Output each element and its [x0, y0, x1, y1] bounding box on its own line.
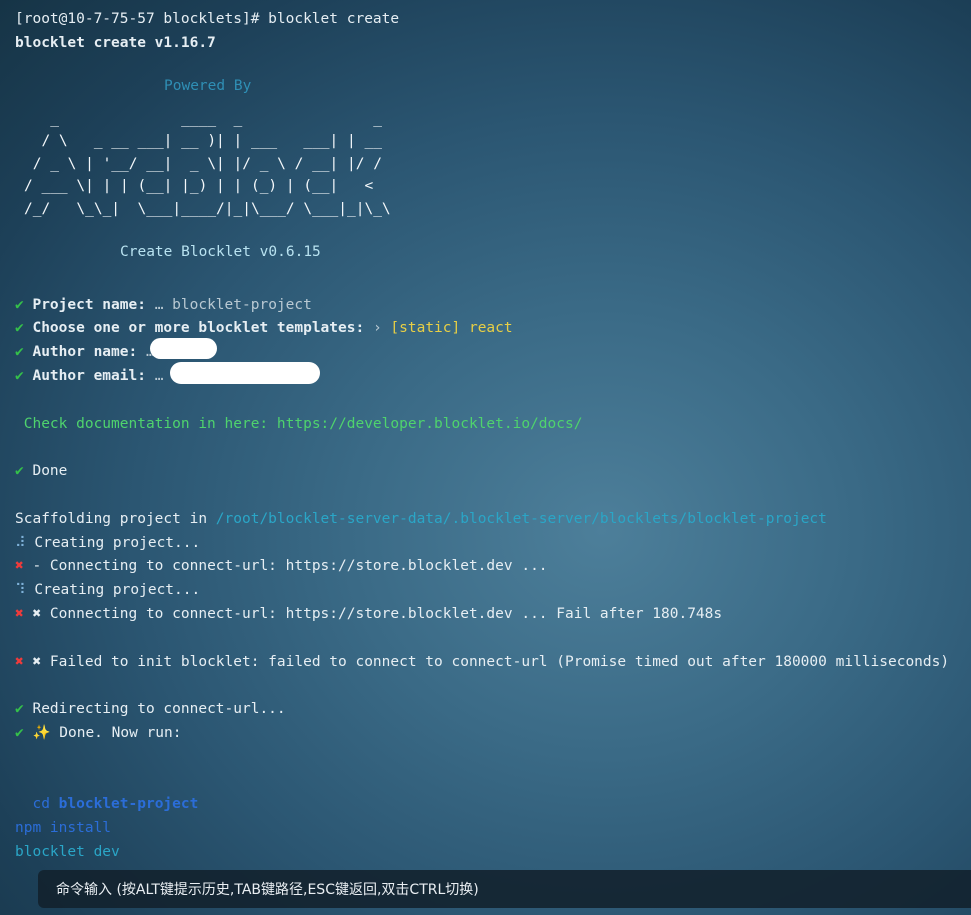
check-icon: ✔	[15, 296, 24, 313]
docs-link[interactable]: Check documentation in here: https://dev…	[24, 416, 583, 432]
connecting-fail-line: ✖ ✖ Connecting to connect-url: https://s…	[15, 603, 961, 627]
creating-line-2: ⠹ Creating project...	[15, 579, 961, 603]
redaction-mask-author-name	[150, 338, 217, 359]
author-email-value: …	[154, 367, 164, 384]
project-name-label: Project name:	[32, 296, 146, 313]
check-icon: ✔	[15, 320, 24, 337]
done-line: ✔ Done	[15, 460, 961, 484]
init-failed-text: ✖ Failed to init blocklet: failed to con…	[32, 653, 950, 670]
spinner-icon: ⠼	[15, 534, 26, 551]
connecting-text-1: - Connecting to connect-url: https://sto…	[32, 558, 548, 575]
templates-value: [static] react	[390, 320, 513, 337]
connecting-fail-text: ✖ Connecting to connect-url: https://sto…	[32, 605, 723, 622]
command-prompt-line: [root@10-7-75-57 blocklets]# blocklet cr…	[15, 11, 400, 27]
done-text: Done	[32, 463, 68, 480]
project-name-value: … blocklet-project	[154, 296, 312, 313]
cross-icon: ✖	[15, 653, 24, 670]
create-blocklet-version: Create Blocklet v0.6.15	[120, 244, 321, 260]
npm-install-command: npm install	[15, 820, 112, 837]
blocklet-dev-command: blocklet dev	[15, 843, 120, 860]
redirecting-line: ✔ Redirecting to connect-url...	[15, 698, 961, 722]
command-input-bar[interactable]: 命令输入 (按ALT键提示历史,TAB键路径,ESC键返回,双击CTRL切换)	[38, 870, 971, 908]
check-icon: ✔	[15, 344, 24, 361]
creating-text-2: Creating project...	[34, 582, 201, 599]
powered-by-label: Powered By	[164, 78, 252, 94]
scaffolding-label: Scaffolding project in	[15, 510, 208, 527]
templates-label: Choose one or more blocklet templates:	[32, 320, 365, 337]
scaffolding-path: /root/blocklet-server-data/.blocklet-ser…	[215, 510, 827, 527]
sparkle-icon: ✨	[32, 724, 51, 741]
cd-command-line: cd blocklet-project	[15, 793, 961, 817]
templates-arrow: ›	[372, 320, 382, 337]
done-now-run-text: Done. Now run:	[59, 724, 182, 741]
connecting-line-1: ✖ - Connecting to connect-url: https://s…	[15, 555, 961, 579]
spinner-icon: ⠹	[15, 582, 26, 599]
project-name-line: ✔ Project name: … blocklet-project	[15, 294, 961, 318]
scaffolding-line: Scaffolding project in /root/blocklet-se…	[15, 508, 961, 532]
docs-link-line[interactable]: Check documentation in here: https://dev…	[15, 413, 961, 437]
check-icon: ✔	[15, 701, 24, 718]
cross-icon: ✖	[15, 605, 24, 622]
creating-line-1: ⠼ Creating project...	[15, 532, 961, 556]
redirecting-text: Redirecting to connect-url...	[32, 701, 286, 718]
arcblock-ascii-logo: _ ____ _ _ / \ _ __ ___| __ )| | ___ ___…	[24, 111, 391, 217]
redaction-mask-author-email	[170, 362, 320, 384]
version-line: blocklet create v1.16.7	[15, 34, 216, 51]
check-icon: ✔	[15, 463, 24, 480]
creating-text-1: Creating project...	[34, 534, 201, 551]
cross-icon: ✖	[15, 558, 24, 575]
command-input-hint: 命令输入 (按ALT键提示历史,TAB键路径,ESC键返回,双击CTRL切换)	[56, 882, 479, 898]
author-email-label: Author email:	[32, 367, 146, 384]
author-name-label: Author name:	[32, 344, 138, 361]
check-icon: ✔	[15, 724, 24, 741]
author-email-line: ✔ Author email: …	[15, 365, 961, 389]
cd-keyword: cd	[32, 796, 50, 813]
init-failed-line: ✖ ✖ Failed to init blocklet: failed to c…	[15, 651, 961, 675]
cd-target: blocklet-project	[58, 796, 199, 813]
check-icon: ✔	[15, 367, 24, 384]
done-now-run-line: ✔ ✨ Done. Now run:	[15, 722, 961, 746]
